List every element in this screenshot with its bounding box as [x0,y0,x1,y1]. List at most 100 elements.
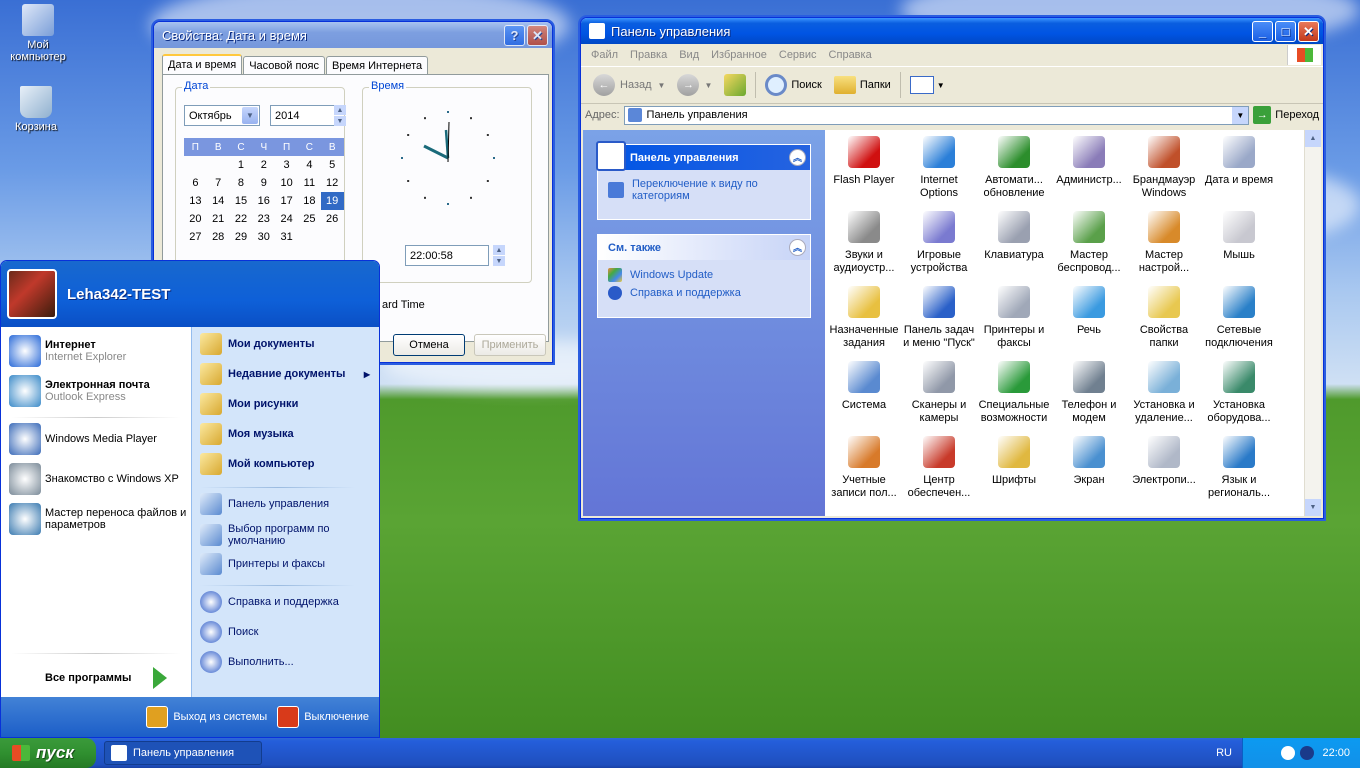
chevron-down-icon[interactable]: ▼ [704,81,712,90]
folders-button[interactable]: Папки [828,76,897,94]
spin-down-icon[interactable]: ▼ [334,116,346,126]
calendar-day[interactable]: 2 [252,156,275,174]
go-button[interactable]: Переход [1275,109,1319,121]
year-spin-buttons[interactable]: ▲ ▼ [334,105,346,126]
desktop-icon-recycle-bin[interactable]: Корзина [0,86,72,133]
cp-item[interactable]: Панель задач и меню "Пуск" [902,286,976,350]
cp-item[interactable]: Электропи... [1127,436,1201,487]
tab-internet-time[interactable]: Время Интернета [325,56,429,76]
cp-item[interactable]: Назначенные задания [827,286,901,350]
places-item[interactable]: Мои рисунки [200,393,370,415]
close-button[interactable]: ✕ [527,24,548,46]
see-also-header[interactable]: См. также ︽ [598,235,810,260]
settings-item[interactable]: Принтеры и факсы [200,553,370,575]
pinned-item[interactable]: Электронная почта Outlook Express [9,375,150,407]
scroll-up-icon[interactable]: ▲ [1305,130,1321,147]
help-button[interactable]: ? [504,24,525,46]
cp-item[interactable]: Клавиатура [977,211,1051,262]
calendar-day[interactable]: 1 [230,156,253,174]
apply-button[interactable]: Применить [474,334,546,356]
calendar-day[interactable]: 13 [184,192,207,210]
cp-item[interactable]: Язык и региональ... [1202,436,1276,500]
desktop-icon-my-computer[interactable]: Мой компьютер [2,4,74,63]
calendar-day[interactable]: 4 [298,156,321,174]
recent-program[interactable]: Знакомство с Windows XP [9,463,189,495]
cp-item[interactable]: Шрифты [977,436,1051,487]
cp-item[interactable]: Учетные записи пол... [827,436,901,500]
calendar-day[interactable]: 19 [320,192,344,210]
menu-item[interactable]: Справка [823,49,878,61]
cp-item[interactable]: Мышь [1202,211,1276,262]
calendar-day[interactable]: 11 [298,174,321,192]
menu-item[interactable]: Избранное [705,49,773,61]
calendar-day[interactable]: 12 [321,174,344,192]
back-button[interactable]: ← Назад ▼ [587,74,671,96]
cp-item[interactable]: Сканеры и камеры [902,361,976,425]
chevron-down-icon[interactable]: ▼ [242,107,258,124]
calendar-day[interactable]: 29 [230,228,253,246]
calendar-day[interactable]: 31 [275,228,298,246]
recent-program[interactable]: Windows Media Player [9,423,189,455]
spin-down-icon[interactable]: ▼ [493,256,505,266]
tab-date-time[interactable]: Дата и время [162,54,243,76]
tools-item[interactable]: Поиск [200,621,370,643]
calendar-day[interactable]: 21 [207,210,230,228]
switch-category-view-link[interactable]: Переключение к виду по категориям [598,170,810,204]
calendar-day[interactable]: 30 [252,228,275,246]
cp-item[interactable]: Сетевые подключения [1202,286,1276,350]
menu-item[interactable]: Правка [624,49,673,61]
clock[interactable]: 22:00 [1322,747,1350,759]
start-button[interactable]: пуск [0,738,96,768]
pinned-item[interactable]: Интернет Internet Explorer [9,335,126,367]
tools-item[interactable]: Справка и поддержка [200,591,370,613]
time-input[interactable]: 22:00:58 [405,245,489,266]
settings-item[interactable]: Выбор программ по умолчанию [200,523,370,547]
menu-item[interactable]: Файл [585,49,624,61]
calendar-day[interactable]: 28 [207,228,230,246]
vertical-scrollbar[interactable]: ▲ ▼ [1304,130,1321,516]
collapse-icon[interactable]: ︽ [789,149,806,166]
all-programs-button[interactable]: Все программы [45,667,168,689]
calendar-day[interactable]: 6 [184,174,207,192]
calendar-day[interactable]: 5 [321,156,344,174]
scroll-down-icon[interactable]: ▼ [1305,499,1321,516]
chevron-down-icon[interactable]: ▼ [1232,106,1249,124]
cp-item[interactable]: Специальные возможности [977,361,1051,425]
cp-item[interactable]: Речь [1052,286,1126,337]
tray-chevron-icon[interactable] [1281,746,1296,760]
control-panel-titlebar[interactable]: Панель управления _ □ ✕ [581,18,1323,44]
cp-item[interactable]: Мастер настрой... [1127,211,1201,275]
places-item[interactable]: Недавние документы ▶ [200,363,370,385]
collapse-icon[interactable]: ︽ [789,239,806,256]
views-button[interactable]: ▼ [904,76,951,94]
calendar-day[interactable]: 25 [298,210,321,228]
calendar-day[interactable]: 14 [207,192,230,210]
calendar-day[interactable]: 22 [230,210,253,228]
tools-item[interactable]: Выполнить... [200,651,370,673]
help-support-link[interactable]: Справка и поддержка [598,284,810,302]
menu-item[interactable]: Сервис [773,49,823,61]
calendar-day[interactable]: 17 [275,192,298,210]
spin-up-icon[interactable]: ▲ [334,105,346,115]
tab-timezone[interactable]: Часовой пояс [243,56,325,76]
places-item[interactable]: Мой компьютер [200,453,370,475]
calendar-day[interactable]: 27 [184,228,207,246]
search-button[interactable]: Поиск [759,74,827,96]
taskbar-button-control-panel[interactable]: Панель управления [104,741,262,765]
cp-item[interactable]: Принтеры и факсы [977,286,1051,350]
cp-item[interactable]: Звуки и аудиоустр... [827,211,901,275]
calendar-day[interactable]: 9 [252,174,275,192]
calendar-day[interactable]: 20 [184,210,207,228]
cp-item[interactable]: Центр обеспечен... [902,436,976,500]
control-panel-box-header[interactable]: Панель управления ︽ [596,141,810,171]
cp-item[interactable]: Экран [1052,436,1126,487]
cp-item[interactable]: Брандмауэр Windows [1127,136,1201,200]
settings-item[interactable]: Панель управления [200,493,370,515]
go-arrow-icon[interactable]: → [1253,106,1272,124]
calendar[interactable]: П В С Ч П С В 1 2 3 4 5 6 7 8 9 10 11 12 13 14 15 16 17 18 19 20 21… [184,138,344,246]
calendar-day[interactable]: 8 [230,174,253,192]
calendar-day[interactable]: 10 [275,174,298,192]
close-button[interactable]: ✕ [1298,20,1319,42]
cp-item[interactable]: Мастер беспровод... [1052,211,1126,275]
cp-item[interactable]: Установка оборудова... [1202,361,1276,425]
